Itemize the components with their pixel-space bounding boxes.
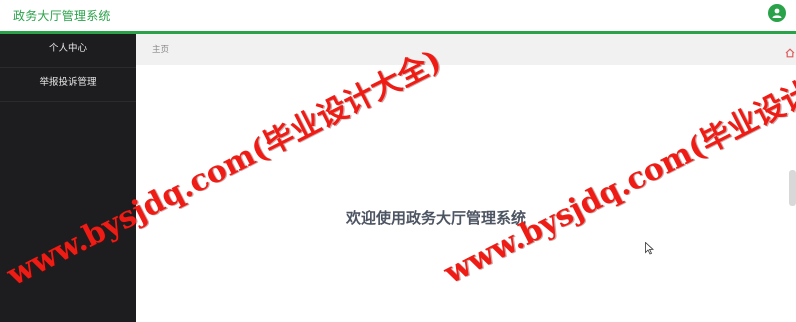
top-header: 政务大厅管理系统 <box>0 0 796 34</box>
main-content: 欢迎使用政务大厅管理系统 <box>136 65 796 322</box>
scrollbar-thumb[interactable] <box>789 170 796 206</box>
sidebar-item-personal-center[interactable]: 个人中心 <box>0 34 136 68</box>
user-avatar-icon[interactable] <box>768 4 786 22</box>
breadcrumb-home-link[interactable]: 主页 <box>152 43 169 55</box>
home-icon[interactable] <box>785 43 795 62</box>
app-title: 政务大厅管理系统 <box>13 9 111 23</box>
user-icon <box>772 8 782 18</box>
mouse-cursor-icon <box>645 240 655 259</box>
sidebar-item-label: 举报投诉管理 <box>39 77 97 88</box>
sidebar: 个人中心 举报投诉管理 <box>0 34 136 322</box>
welcome-heading: 欢迎使用政务大厅管理系统 <box>345 209 526 227</box>
sidebar-item-report-complaint[interactable]: 举报投诉管理 <box>0 68 136 102</box>
sidebar-item-label: 个人中心 <box>48 43 87 54</box>
breadcrumb: 主页 <box>136 34 796 65</box>
